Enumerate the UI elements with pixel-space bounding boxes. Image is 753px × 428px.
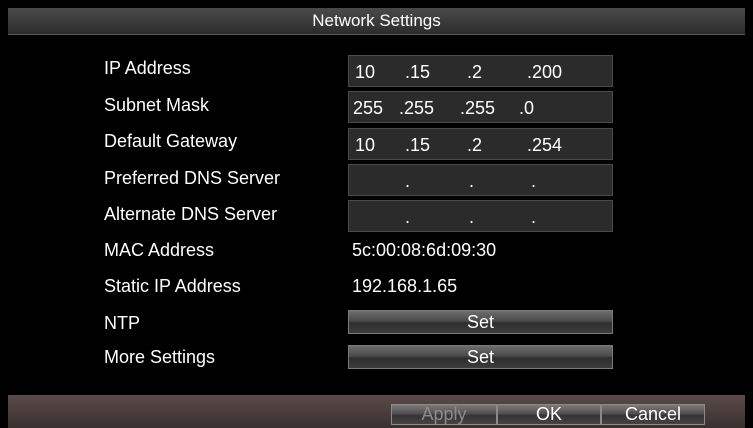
apply-button[interactable]: Apply — [391, 404, 497, 425]
ip-octet-1[interactable]: 10 — [355, 62, 375, 83]
mac-address-label: MAC Address — [104, 240, 215, 260]
subnet-mask-label: Subnet Mask — [104, 95, 210, 115]
ip-octet-4[interactable]: .200 — [527, 62, 562, 83]
pdns-octet-4[interactable]: . — [531, 171, 536, 192]
adns-octet-2[interactable]: . — [405, 207, 410, 228]
ip-address-field[interactable]: 10 .15 .2 .200 — [348, 55, 613, 87]
static-ip-label: Static IP Address — [104, 276, 241, 296]
mac-address-value: 5c:00:08:6d:09:30 — [352, 240, 497, 260]
dialog-footer: Apply OK Cancel — [8, 395, 745, 428]
gateway-octet-1[interactable]: 10 — [355, 135, 375, 156]
ip-address-label: IP Address — [104, 58, 191, 78]
subnet-octet-1[interactable]: 255 — [353, 98, 383, 119]
subnet-mask-field[interactable]: 255 .255 .255 .0 — [348, 91, 613, 123]
more-settings-set-button[interactable]: Set — [348, 345, 613, 369]
default-gateway-field[interactable]: 10 .15 .2 .254 — [348, 128, 613, 160]
pdns-octet-3[interactable]: . — [469, 171, 474, 192]
alternate-dns-label: Alternate DNS Server — [104, 204, 278, 224]
preferred-dns-label: Preferred DNS Server — [104, 168, 281, 188]
adns-octet-3[interactable]: . — [469, 207, 474, 228]
adns-octet-4[interactable]: . — [531, 207, 536, 228]
ntp-label: NTP — [104, 313, 140, 333]
more-settings-label: More Settings — [104, 347, 216, 367]
ip-octet-2[interactable]: .15 — [405, 62, 430, 83]
dialog-title: Network Settings — [8, 8, 745, 35]
static-ip-value: 192.168.1.65 — [352, 276, 458, 296]
alternate-dns-field[interactable]: . . . — [348, 200, 613, 232]
cancel-button[interactable]: Cancel — [601, 404, 705, 425]
network-settings-dialog: Network Settings IP Address 10 .15 .2 .2… — [0, 0, 753, 428]
gateway-octet-4[interactable]: .254 — [527, 135, 562, 156]
gateway-octet-3[interactable]: .2 — [467, 135, 482, 156]
subnet-octet-4[interactable]: .0 — [519, 98, 534, 119]
preferred-dns-field[interactable]: . . . — [348, 164, 613, 196]
gateway-octet-2[interactable]: .15 — [405, 135, 430, 156]
ok-button[interactable]: OK — [497, 404, 601, 425]
subnet-octet-3[interactable]: .255 — [460, 98, 495, 119]
ip-octet-3[interactable]: .2 — [467, 62, 482, 83]
default-gateway-label: Default Gateway — [104, 131, 238, 151]
pdns-octet-2[interactable]: . — [405, 171, 410, 192]
subnet-octet-2[interactable]: .255 — [399, 98, 434, 119]
ntp-set-button[interactable]: Set — [348, 310, 613, 334]
